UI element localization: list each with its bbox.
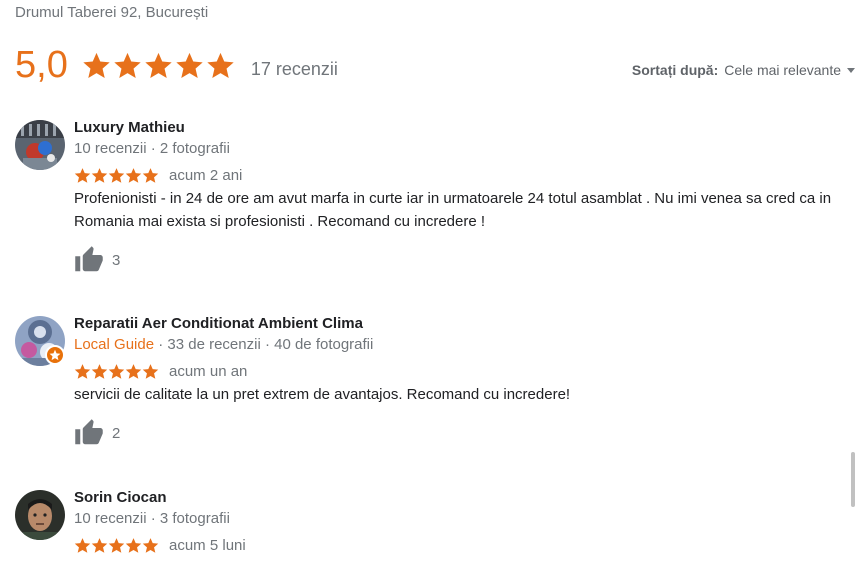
like-count: 2 (112, 424, 121, 442)
review-date: acum 5 luni (169, 536, 246, 554)
review-count-link[interactable]: 17 recenzii (251, 59, 338, 80)
like-button[interactable]: 2 (74, 418, 834, 448)
reviewer-meta: 10 recenzii · 2 fotografii (74, 140, 230, 157)
star-icon (125, 167, 142, 183)
review-date: acum un an (169, 362, 248, 380)
thumbs-up-icon[interactable] (74, 418, 104, 448)
reviewer-meta: 10 recenzii · 3 fotografii (74, 510, 230, 527)
star-icon (108, 363, 125, 379)
business-address: Drumul Taberei 92, București (15, 4, 209, 21)
rating-stars (82, 51, 235, 80)
scrollbar-thumb[interactable] (851, 452, 855, 507)
star-icon (49, 349, 61, 361)
star-icon (74, 167, 91, 183)
avatar[interactable] (15, 120, 65, 170)
reviews-panel: Drumul Taberei 92, București 5,0 17 rece… (0, 0, 855, 570)
sort-dropdown[interactable]: Cele mai relevante (724, 62, 841, 78)
reviewer-meta: Local Guide · 33 de recenzii · 40 de fot… (74, 334, 834, 356)
star-icon (125, 537, 142, 553)
rating-value: 5,0 (15, 43, 68, 86)
review-text: Profenionisti - in 24 de ore am avut mar… (74, 190, 832, 230)
reviewer-name[interactable]: Reparatii Aer Conditionat Ambient Clima (74, 314, 834, 334)
star-icon (114, 52, 141, 78)
star-icon (145, 52, 172, 78)
review-date: acum 2 ani (169, 166, 243, 184)
star-icon (74, 537, 91, 553)
review-stars (74, 537, 159, 554)
caret-down-icon[interactable] (847, 67, 855, 73)
star-icon (207, 52, 234, 78)
like-button[interactable]: 3 (74, 245, 834, 275)
star-icon (142, 537, 159, 553)
sort-control[interactable]: Sortați după: Cele mai relevante (632, 62, 855, 78)
star-icon (142, 167, 159, 183)
reviewer-name[interactable]: Sorin Ciocan (74, 488, 834, 508)
review-stars (74, 167, 159, 184)
star-icon (91, 167, 108, 183)
avatar[interactable] (15, 490, 65, 540)
star-icon (125, 363, 142, 379)
star-icon (91, 537, 108, 553)
sort-label: Sortați după: (631, 62, 719, 78)
star-icon (83, 52, 110, 78)
rating-summary: 5,0 17 recenzii (15, 40, 338, 90)
star-icon (176, 52, 203, 78)
star-icon (91, 363, 108, 379)
like-count: 3 (112, 251, 121, 269)
star-icon (108, 167, 125, 183)
local-guide-badge (45, 345, 65, 365)
star-icon (108, 537, 125, 553)
star-icon (74, 363, 91, 379)
local-guide-label: Local Guide (74, 336, 155, 353)
review-stars (74, 363, 159, 380)
reviewer-stats: · 33 de recenzii · 40 de fotografii (154, 336, 374, 353)
reviewer-name[interactable]: Luxury Mathieu (74, 118, 834, 138)
review-text: servicii de calitate la un pret extrem d… (74, 386, 571, 403)
thumbs-up-icon[interactable] (74, 245, 104, 275)
star-icon (142, 363, 159, 379)
